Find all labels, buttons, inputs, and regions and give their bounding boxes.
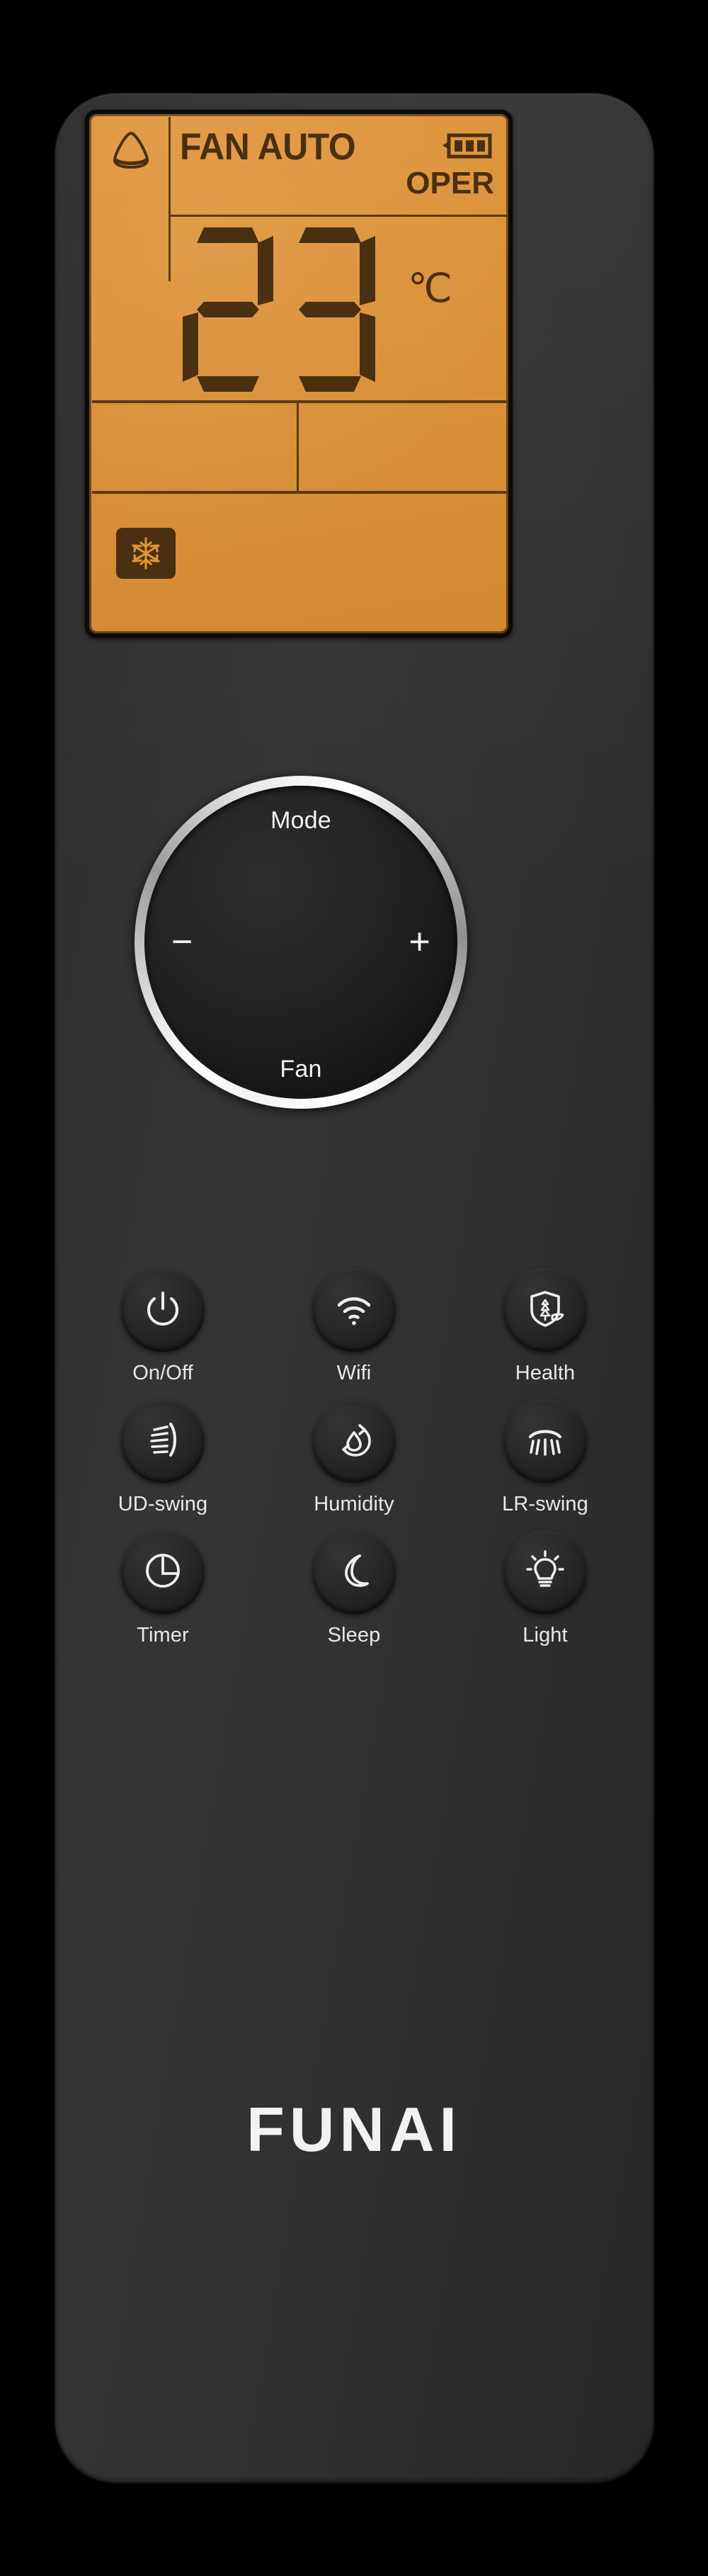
- lcd-display-frame: FAN AUTO OPER ℃: [85, 110, 513, 638]
- lcd-divider-vertical-top: [169, 117, 171, 281]
- button-cell-onoff: On/Off: [92, 1268, 234, 1385]
- water-drop-cycle-icon: [333, 1418, 375, 1464]
- light-button-label: Light: [523, 1624, 568, 1646]
- lightbulb-icon: [524, 1549, 566, 1595]
- button-cell-humidity: Humidity: [283, 1399, 425, 1516]
- health-button[interactable]: [503, 1268, 587, 1352]
- humidity-button-label: Humidity: [314, 1493, 394, 1515]
- button-cell-lr-swing: LR-swing: [474, 1399, 616, 1516]
- up-down-swing-icon: [142, 1418, 184, 1464]
- lr-swing-button-label: LR-swing: [502, 1493, 588, 1515]
- seg-digit-tens: [183, 227, 273, 392]
- lcd-divider-header: [169, 215, 508, 217]
- light-button[interactable]: [503, 1530, 587, 1614]
- navigation-wheel[interactable]: Mode Fan − +: [135, 776, 467, 1109]
- snowflake-icon: [116, 528, 176, 579]
- plus-icon[interactable]: +: [409, 923, 430, 960]
- button-cell-light: Light: [474, 1530, 616, 1647]
- button-cell-timer: Timer: [92, 1530, 234, 1647]
- screenshot-stage: FAN AUTO OPER ℃ Mode Fan − + On/Off Wifi…: [0, 0, 708, 2576]
- sleep-button[interactable]: [312, 1530, 396, 1614]
- wifi-button-label: Wifi: [336, 1362, 372, 1384]
- left-right-swing-icon: [524, 1418, 566, 1464]
- minus-icon[interactable]: −: [171, 923, 193, 960]
- lcd-fan-mode-label: FAN AUTO: [180, 126, 356, 168]
- onoff-button-label: On/Off: [132, 1362, 193, 1384]
- timer-button[interactable]: [121, 1530, 205, 1614]
- button-row-1: On/Off Wifi Health: [92, 1268, 616, 1385]
- brand-logo: FUNAI: [246, 2094, 462, 2164]
- lcd-display: FAN AUTO OPER ℃: [89, 114, 508, 633]
- onoff-button[interactable]: [121, 1268, 205, 1352]
- humidity-button[interactable]: [312, 1399, 396, 1483]
- signal-triangle-icon: [109, 130, 153, 171]
- timer-button-label: Timer: [137, 1624, 189, 1646]
- lcd-divider-middle-top: [92, 400, 508, 403]
- ud-swing-button[interactable]: [121, 1399, 205, 1483]
- sleep-button-label: Sleep: [327, 1624, 381, 1646]
- seg-digit-ones: [285, 227, 375, 392]
- ud-swing-button-label: UD-swing: [118, 1493, 208, 1515]
- function-button-grid: On/Off Wifi Health UD-swing Humidity LR-…: [92, 1268, 616, 1661]
- wheel-mode-button[interactable]: Mode: [270, 807, 331, 835]
- lcd-divider-middle-vertical: [297, 403, 299, 491]
- lcd-temperature-digits: [183, 227, 375, 392]
- battery-full-icon: [440, 131, 493, 161]
- lcd-divider-bottom: [92, 491, 508, 494]
- wheel-fan-button[interactable]: Fan: [280, 1056, 321, 1083]
- wifi-icon: [333, 1287, 375, 1333]
- button-cell-wifi: Wifi: [283, 1268, 425, 1385]
- power-icon: [142, 1287, 184, 1333]
- moon-icon: [333, 1549, 375, 1595]
- wifi-button[interactable]: [312, 1268, 396, 1352]
- lcd-operation-label: OPER: [406, 166, 494, 200]
- lcd-temperature-area: ℃: [174, 222, 508, 397]
- clock-icon: [142, 1549, 184, 1595]
- button-cell-sleep: Sleep: [283, 1530, 425, 1647]
- button-row-2: UD-swing Humidity LR-swing: [92, 1399, 616, 1516]
- lr-swing-button[interactable]: [503, 1399, 587, 1483]
- health-button-label: Health: [515, 1362, 576, 1384]
- button-cell-ud-swing: UD-swing: [92, 1399, 234, 1516]
- lcd-temperature-unit: ℃: [408, 266, 452, 310]
- button-row-3: Timer Sleep Light: [92, 1530, 616, 1647]
- button-cell-health: Health: [474, 1268, 616, 1385]
- shield-leaf-icon: [524, 1287, 566, 1333]
